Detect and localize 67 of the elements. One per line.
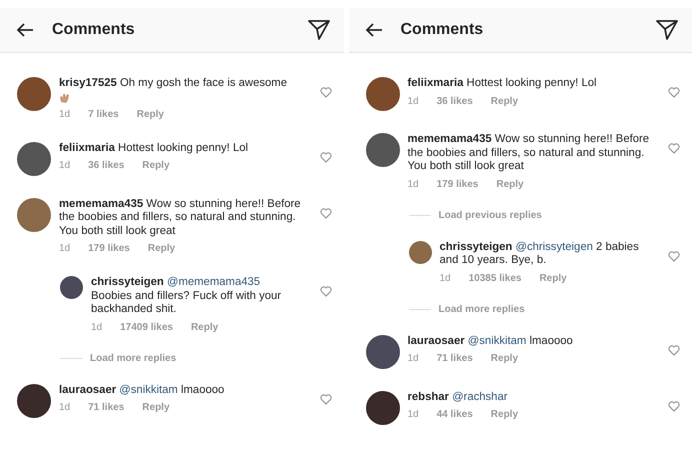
back-arrow-icon[interactable] bbox=[16, 23, 34, 37]
comment-text: feliixmaria Hottest looking penny! Lol bbox=[408, 77, 598, 90]
avatar[interactable] bbox=[366, 334, 400, 368]
reply-link[interactable]: Reply bbox=[496, 178, 524, 190]
load-replies-link[interactable]: Load more replies bbox=[438, 304, 525, 314]
page-title: Comments bbox=[52, 21, 136, 39]
reply-link[interactable]: Reply bbox=[142, 402, 170, 413]
send-icon[interactable] bbox=[308, 20, 330, 40]
reply-link[interactable]: Reply bbox=[148, 243, 176, 254]
comment-text: lauraosaer @snikkitam lmaoooo bbox=[408, 334, 574, 348]
comment-time: 1d bbox=[59, 108, 70, 120]
reply-link[interactable]: Reply bbox=[136, 108, 164, 120]
avatar[interactable] bbox=[17, 384, 51, 418]
load-replies-link[interactable]: Load previous replies bbox=[438, 210, 542, 220]
heart-icon[interactable] bbox=[320, 152, 332, 162]
heart-icon[interactable] bbox=[668, 250, 680, 262]
heart-icon[interactable] bbox=[668, 400, 680, 412]
comment-time: 1d bbox=[91, 322, 102, 332]
likes-count[interactable]: 36 likes bbox=[88, 160, 124, 171]
comment-time: 1d bbox=[59, 402, 70, 413]
comment-text: mememama435 Wow so stunning here!! Before the boobies and fillers, so natural and stunning. You both still look great bbox=[59, 198, 302, 238]
comment-time: 1d bbox=[440, 272, 451, 284]
comment-text: chrissyteigen @mememama435 Boobies and fillers? Fuck off with your backhanded shit. bbox=[91, 276, 282, 316]
heart-icon[interactable] bbox=[668, 143, 680, 154]
comment-text: mememama435 Wow so stunning here!! Before the boobies and fillers, so natural and stunning. You both still look great bbox=[408, 133, 650, 174]
avatar[interactable] bbox=[17, 142, 51, 176]
comment-text: rebshar @rachshar bbox=[408, 390, 509, 404]
likes-count[interactable]: 71 likes bbox=[88, 402, 124, 413]
heart-icon[interactable] bbox=[668, 87, 680, 98]
likes-count[interactable]: 7 likes bbox=[88, 108, 119, 120]
avatar[interactable] bbox=[366, 133, 400, 167]
avatar[interactable] bbox=[60, 276, 83, 299]
comment-time: 1d bbox=[59, 160, 70, 171]
reply-link[interactable]: Reply bbox=[142, 160, 170, 171]
likes-count[interactable]: 17409 likes bbox=[120, 322, 173, 332]
comment-text: lauraosaer @snikkitam lmaoooo bbox=[59, 384, 226, 397]
reply-link[interactable]: Reply bbox=[490, 353, 518, 364]
reply-link[interactable]: Reply bbox=[490, 96, 518, 106]
likes-count[interactable]: 71 likes bbox=[436, 353, 473, 364]
reply-link[interactable]: Reply bbox=[190, 322, 218, 332]
likes-count[interactable]: 36 likes bbox=[436, 96, 473, 106]
comment-time: 1d bbox=[59, 243, 70, 254]
heart-icon[interactable] bbox=[320, 394, 332, 404]
heart-icon[interactable] bbox=[320, 87, 332, 98]
comment-text: feliixmaria Hottest looking penny! Lol bbox=[59, 142, 250, 155]
back-arrow-icon[interactable] bbox=[364, 23, 382, 37]
load-replies-link[interactable]: Load more replies bbox=[90, 352, 176, 364]
comment-text: chrissyteigen @chrissyteigen 2 babies and 10 years. Bye, b. bbox=[440, 240, 640, 268]
heart-icon[interactable] bbox=[320, 208, 332, 218]
likes-count[interactable]: 44 likes bbox=[436, 409, 473, 420]
comment-time: 1d bbox=[408, 409, 419, 420]
reply-link[interactable]: Reply bbox=[490, 409, 518, 420]
heart-icon[interactable] bbox=[668, 344, 680, 356]
avatar[interactable] bbox=[17, 77, 51, 111]
page-title: Comments bbox=[400, 21, 484, 39]
avatar[interactable] bbox=[366, 77, 400, 111]
likes-count[interactable]: 179 likes bbox=[88, 243, 130, 254]
heart-icon[interactable] bbox=[320, 286, 332, 297]
reply-link[interactable]: Reply bbox=[539, 272, 567, 284]
comment-time: 1d bbox=[408, 178, 419, 190]
likes-count[interactable]: 179 likes bbox=[436, 178, 478, 190]
comment-time: 1d bbox=[408, 96, 419, 106]
avatar[interactable] bbox=[366, 390, 400, 424]
send-icon[interactable] bbox=[656, 20, 678, 40]
likes-count[interactable]: 10385 likes bbox=[468, 272, 522, 284]
comment-time: 1d bbox=[408, 353, 419, 364]
comment-text: krisy17525 Oh my gosh the face is awesome bbox=[59, 77, 288, 90]
